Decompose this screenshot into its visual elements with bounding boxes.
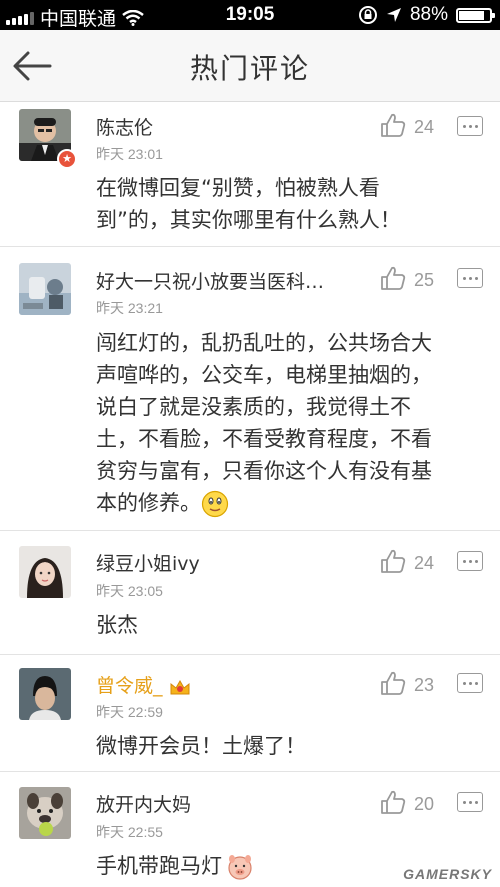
comment-text: 张杰 — [96, 613, 138, 637]
vip-crown-icon — [170, 679, 190, 694]
comment-time: 昨天 23:05 — [96, 583, 163, 599]
watermark: GAMERSKY — [403, 866, 492, 882]
comment-author[interactable]: 好大一只祝小放要当医科… — [96, 267, 324, 294]
navigation-bar: 热门评论 — [0, 30, 500, 102]
verified-badge-icon: ★ — [57, 149, 77, 169]
more-options-button[interactable] — [457, 268, 483, 288]
pig-face-emoji-icon — [228, 855, 252, 880]
comment-text: 在微博回复“别赞，怕被熟人看到”的，其实你哪里有什么熟人！ — [96, 176, 401, 232]
avatar[interactable] — [19, 263, 71, 315]
avatar[interactable] — [19, 787, 71, 839]
battery-percent: 88% — [409, 4, 448, 25]
comment-time: 昨天 22:55 — [96, 824, 163, 840]
location-arrow-icon — [386, 8, 401, 22]
page-title: 热门评论 — [189, 52, 310, 85]
like-count: 24 — [414, 117, 435, 137]
thumbs-up-icon[interactable] — [380, 670, 406, 696]
comment-time: 昨天 22:59 — [96, 704, 163, 720]
comment-time: 昨天 23:01 — [96, 146, 163, 162]
more-options-button[interactable] — [457, 551, 483, 571]
comment-author[interactable]: 绿豆小姐ivy — [96, 549, 200, 576]
comment-list: ★ 陈志伦 昨天 23:01 24 在微博回复“别赞，怕被熟人看到”的，其实你哪… — [0, 102, 500, 887]
rotation-lock-icon — [358, 6, 377, 24]
comment-time: 昨天 23:21 — [96, 300, 163, 316]
like-count: 20 — [414, 794, 435, 814]
avatar[interactable] — [19, 668, 71, 720]
comment-text-content: 手机带跑马灯 — [96, 854, 222, 878]
comment-author[interactable]: 陈志伦 — [96, 113, 153, 140]
thumbs-up-icon[interactable] — [380, 265, 406, 291]
battery-icon — [456, 7, 495, 23]
comment-author[interactable]: 放开内大妈 — [96, 790, 191, 817]
smiley-emoji-icon — [201, 490, 229, 518]
comment-text-content: 闯红灯的，乱扔乱吐的，公共场合大声喧哗的，公交车，电梯里抽烟的，说白了就是没素质… — [96, 331, 432, 515]
comment-item: 好大一只祝小放要当医科… 昨天 23:21 25 闯红灯的，乱扔乱吐的，公共场合… — [0, 247, 500, 531]
like-count: 25 — [414, 270, 435, 290]
comment-text: 手机带跑马灯 — [96, 850, 446, 882]
thumbs-up-icon[interactable] — [380, 789, 406, 815]
status-bar: 中国联通 19:05 88% — [0, 0, 500, 30]
thumbs-up-icon[interactable] — [380, 112, 406, 138]
thumbs-up-icon[interactable] — [380, 548, 406, 574]
avatar[interactable] — [19, 546, 71, 598]
more-options-button[interactable] — [457, 792, 483, 812]
more-options-button[interactable] — [457, 116, 483, 136]
more-options-button[interactable] — [457, 673, 483, 693]
like-count: 24 — [414, 553, 435, 573]
comment-item: ★ 陈志伦 昨天 23:01 24 在微博回复“别赞，怕被熟人看到”的，其实你哪… — [0, 102, 500, 247]
like-count: 23 — [414, 675, 435, 695]
comment-author-label: 曾令威_ — [96, 675, 163, 697]
comment-item: 绿豆小姐ivy 昨天 23:05 24 张杰 — [0, 531, 500, 655]
comment-text: 闯红灯的，乱扔乱吐的，公共场合大声喧哗的，公交车，电梯里抽烟的，说白了就是没素质… — [96, 327, 446, 519]
comment-author[interactable]: 曾令威_ — [96, 671, 191, 698]
comment-item: 曾令威_ 昨天 22:59 23 微博开会员！土爆了！ — [0, 655, 500, 772]
comment-text: 微博开会员！土爆了！ — [96, 734, 306, 758]
